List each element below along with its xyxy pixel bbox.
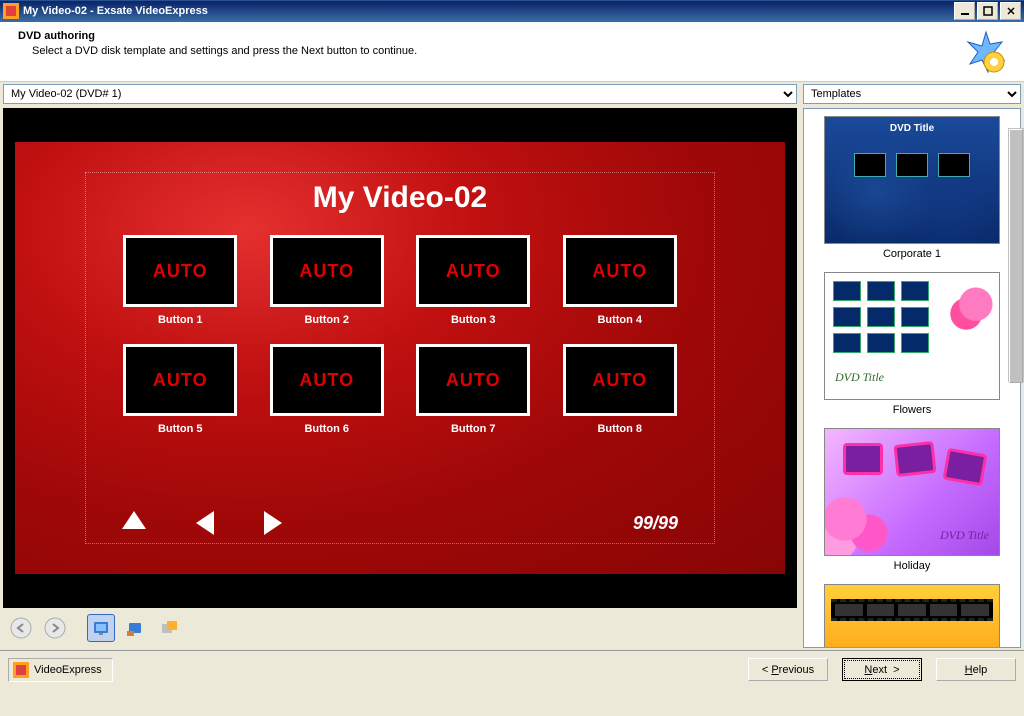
next-button[interactable]: Next > — [842, 658, 922, 681]
dvd-button[interactable]: AUTO Button 7 — [415, 344, 532, 435]
footer: VideoExpress < Previous Next > Help — [0, 650, 1024, 688]
page-indicator: 99/99 — [633, 513, 678, 534]
template-label: Corporate 1 — [811, 248, 1013, 260]
header-description: Select a DVD disk template and settings … — [32, 45, 964, 57]
template-label: Holiday — [811, 560, 1013, 572]
template-label: Flowers — [811, 404, 1013, 416]
dvd-menu-title: My Video-02 — [86, 181, 714, 215]
header-title: DVD authoring — [18, 30, 964, 42]
nav-up-icon[interactable] — [122, 511, 146, 529]
template-thumb: DVD Title — [824, 116, 1000, 244]
taskbar-app-item[interactable]: VideoExpress — [8, 658, 113, 682]
app-icon — [3, 3, 19, 19]
template-item[interactable] — [811, 584, 1013, 648]
nav-next-icon[interactable] — [264, 511, 282, 535]
dvd-button[interactable]: AUTO Button 1 — [122, 235, 239, 326]
content-area: My Video-02 (DVD# 1) My Video-02 AUTO Bu… — [0, 82, 1024, 650]
project-select[interactable]: My Video-02 (DVD# 1) — [3, 84, 797, 104]
dvd-button[interactable]: AUTO Button 3 — [415, 235, 532, 326]
templates-list[interactable]: DVD Title Corporate 1 DVD Title Flowers — [803, 108, 1021, 648]
help-button[interactable]: Help — [936, 658, 1016, 681]
preview-area: My Video-02 AUTO Button 1 AUTO Button 2 … — [3, 108, 797, 608]
previous-button[interactable]: < Previous — [748, 658, 828, 681]
window-title: My Video-02 - Exsate VideoExpress — [23, 5, 954, 17]
dvd-button[interactable]: AUTO Button 4 — [562, 235, 679, 326]
templates-panel: Templates DVD Title Corporate 1 — [803, 84, 1021, 648]
maximize-button[interactable] — [977, 2, 998, 20]
minimize-button[interactable] — [954, 2, 975, 20]
template-item[interactable]: DVD Title Corporate 1 — [811, 116, 1013, 260]
outer-scrollbar[interactable] — [1008, 128, 1024, 382]
titlebar: My Video-02 - Exsate VideoExpress — [0, 0, 1024, 22]
close-button[interactable] — [1000, 2, 1021, 20]
view-mode-3-button[interactable] — [155, 614, 183, 642]
dvd-button[interactable]: AUTO Button 6 — [269, 344, 386, 435]
dvd-menu-preview[interactable]: My Video-02 AUTO Button 1 AUTO Button 2 … — [15, 142, 785, 574]
main-panel: My Video-02 (DVD# 1) My Video-02 AUTO Bu… — [3, 84, 797, 648]
nav-prev-icon[interactable] — [196, 511, 214, 535]
view-mode-1-button[interactable] — [87, 614, 115, 642]
header-icon — [964, 30, 1008, 74]
dvd-button[interactable]: AUTO Button 8 — [562, 344, 679, 435]
dvd-button[interactable]: AUTO Button 2 — [269, 235, 386, 326]
template-thumb — [824, 584, 1000, 648]
template-item[interactable]: DVD Title Holiday — [811, 428, 1013, 572]
template-item[interactable]: DVD Title Flowers — [811, 272, 1013, 416]
toolbar — [3, 608, 797, 648]
nav-forward-button[interactable] — [41, 614, 69, 642]
view-mode-2-button[interactable] — [121, 614, 149, 642]
dvd-button[interactable]: AUTO Button 5 — [122, 344, 239, 435]
wizard-header: DVD authoring Select a DVD disk template… — [0, 22, 1024, 82]
template-thumb: DVD Title — [824, 428, 1000, 556]
nav-back-button[interactable] — [7, 614, 35, 642]
template-thumb: DVD Title — [824, 272, 1000, 400]
templates-select[interactable]: Templates — [803, 84, 1021, 104]
